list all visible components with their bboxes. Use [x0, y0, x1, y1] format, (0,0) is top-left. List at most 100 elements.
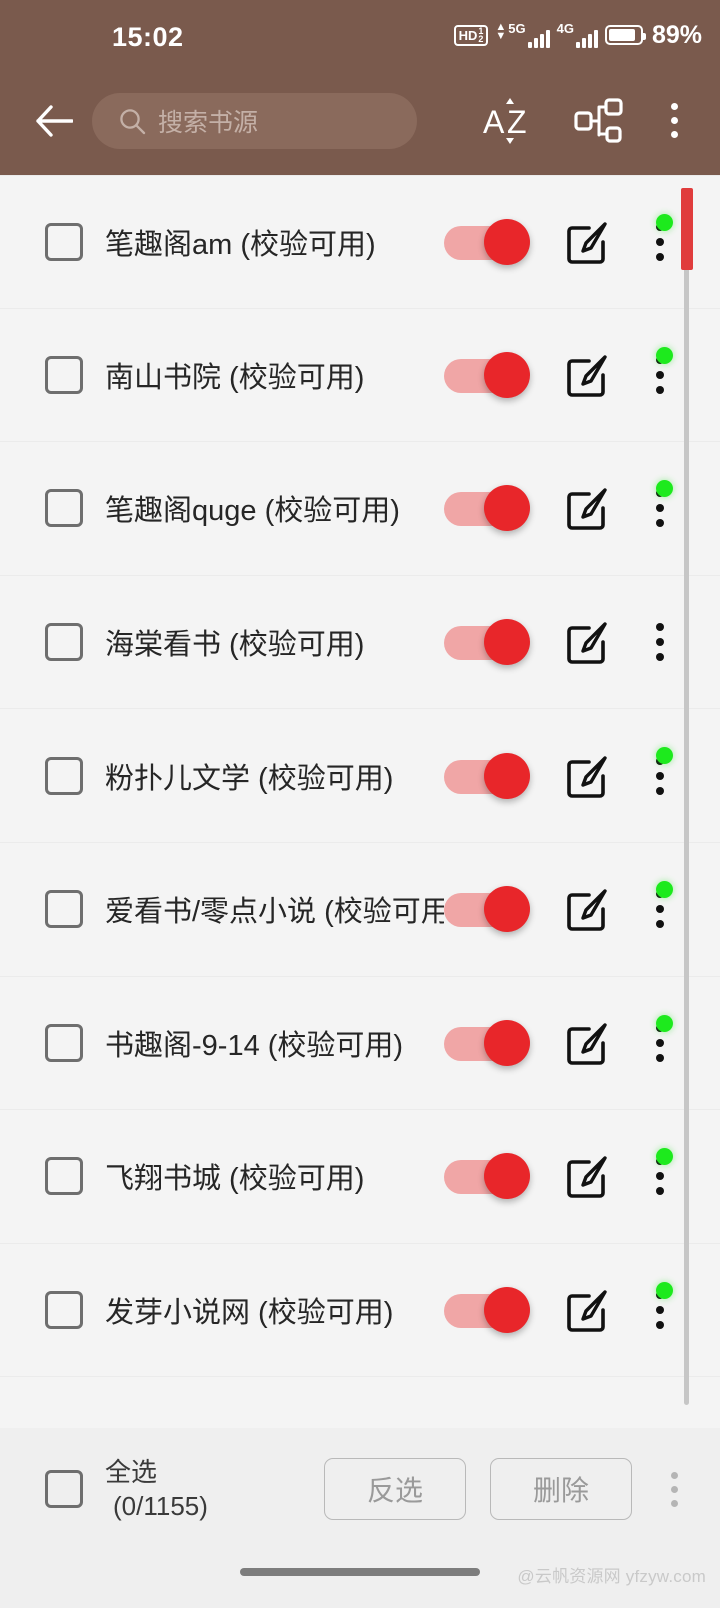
row-checkbox[interactable]	[45, 489, 83, 528]
select-all-label: 全选	[105, 1457, 158, 1487]
edit-pencil-icon	[567, 222, 607, 264]
row-status-dot	[656, 1014, 673, 1032]
invert-selection-button[interactable]: 反选	[324, 1458, 466, 1520]
row-enable-toggle[interactable]	[444, 1019, 530, 1066]
row-enable-toggle[interactable]	[444, 351, 530, 398]
edit-pencil-icon	[567, 755, 607, 798]
sort-alphabetical-icon: A Z	[483, 97, 527, 144]
row-enable-toggle[interactable]	[444, 218, 530, 265]
sort-az-button[interactable]: A Z	[474, 89, 548, 153]
sim2-bars-icon	[575, 29, 598, 48]
toggle-thumb	[484, 1287, 530, 1334]
row-enable-toggle[interactable]	[444, 886, 530, 933]
row-overflow-menu-button[interactable]	[638, 614, 682, 670]
row-edit-button[interactable]	[560, 1016, 614, 1070]
group-hierarchy-icon	[574, 97, 623, 143]
back-button[interactable]	[22, 89, 86, 153]
row-edit-button[interactable]	[560, 882, 614, 936]
row-checkbox[interactable]	[45, 355, 83, 394]
row-enable-toggle[interactable]	[444, 752, 530, 799]
toggle-thumb	[484, 218, 530, 265]
row-enable-toggle[interactable]	[444, 619, 530, 666]
row-checkbox[interactable]	[45, 1291, 83, 1330]
action-bar: 搜索书源 A Z	[0, 66, 720, 175]
scrollbar-thumb[interactable]	[681, 188, 693, 270]
table-row[interactable]: 书趣阁-9-14 (校验可用)	[0, 976, 720, 1111]
select-all-checkbox[interactable]	[45, 1470, 83, 1508]
table-row[interactable]: 南山书院 (校验可用)	[0, 308, 720, 443]
sim2-signal-icon: 4G	[557, 22, 598, 48]
book-source-list[interactable]: 笔趣阁am (校验可用) 南山书院 (校验可用) 笔趣阁quge (校验可用) 海棠看…	[0, 175, 720, 1428]
status-time: 15:02	[112, 22, 184, 52]
table-row[interactable]: 飞翔书城 (校验可用)	[0, 1110, 720, 1244]
bottom-buttons: 反选 删除	[324, 1458, 720, 1520]
toggle-thumb	[484, 752, 530, 799]
row-label: 发芽小说网 (校验可用)	[105, 1297, 394, 1330]
row-enable-toggle[interactable]	[444, 1287, 530, 1334]
row-label: 爱看书/零点小说 (校验可用)	[105, 896, 444, 929]
select-all-text[interactable]: 全选 (0/1155)	[105, 1455, 208, 1523]
row-edit-button[interactable]	[560, 615, 614, 669]
row-enable-toggle[interactable]	[444, 1153, 530, 1200]
battery-icon	[604, 25, 646, 45]
data-transfer-icon: ▲ ▼	[495, 21, 507, 42]
sim1-network-label: 5G	[508, 21, 526, 36]
delete-button[interactable]: 删除	[490, 1458, 632, 1520]
edit-pencil-icon	[567, 1290, 607, 1332]
row-checkbox[interactable]	[45, 756, 83, 795]
toggle-thumb	[484, 1153, 530, 1200]
row-checkbox[interactable]	[45, 1157, 83, 1196]
row-edit-button[interactable]	[560, 348, 614, 402]
toggle-thumb	[484, 485, 530, 532]
status-icons: HD 1 2 ▲ ▼ 5G 4G 89%	[453, 20, 702, 50]
row-label: 粉扑儿文学 (校验可用)	[105, 762, 394, 795]
scrollbar-track[interactable]	[684, 190, 689, 1405]
overflow-menu-button[interactable]	[646, 89, 702, 153]
bottom-overflow-menu-button[interactable]	[650, 1458, 698, 1520]
row-enable-toggle[interactable]	[444, 485, 530, 532]
row-label: 飞翔书城 (校验可用)	[105, 1163, 365, 1196]
select-count: (0/1155)	[113, 1491, 208, 1521]
row-status-dot	[656, 214, 673, 231]
row-label: 南山书院 (校验可用)	[105, 361, 365, 394]
table-row[interactable]: 笔趣阁quge (校验可用)	[0, 442, 720, 576]
table-row[interactable]: 粉扑儿文学 (校验可用)	[0, 709, 720, 843]
kebab-menu-icon	[670, 103, 678, 138]
phone-screen: 15:02 HD 1 2 ▲ ▼ 5G 4G 89% 搜索书源 A Z 笔趣阁a…	[0, 0, 720, 1608]
row-edit-button[interactable]	[560, 749, 614, 803]
action-bar-buttons: A Z	[474, 89, 720, 153]
toggle-thumb	[484, 886, 530, 933]
row-edit-button[interactable]	[560, 481, 614, 535]
search-icon	[118, 107, 146, 135]
edit-pencil-icon	[567, 622, 607, 664]
row-checkbox[interactable]	[45, 623, 83, 662]
top-bar: 15:02 HD 1 2 ▲ ▼ 5G 4G 89% 搜索书源 A Z	[0, 0, 720, 175]
sim1-bars-icon	[527, 29, 550, 48]
row-status-dot	[656, 1281, 673, 1299]
svg-text:Z: Z	[507, 104, 527, 140]
row-checkbox[interactable]	[45, 1023, 83, 1062]
sim2-network-label: 4G	[556, 21, 574, 36]
table-row[interactable]: 发芽小说网 (校验可用)	[0, 1243, 720, 1378]
row-edit-button[interactable]	[560, 215, 614, 269]
group-button[interactable]	[562, 89, 636, 153]
edit-pencil-icon	[567, 1023, 607, 1065]
hd-sub: 2	[478, 34, 484, 44]
row-status-dot	[656, 346, 673, 364]
row-label: 书趣阁-9-14 (校验可用)	[105, 1029, 404, 1062]
row-status-dot	[656, 880, 673, 898]
table-row[interactable]: 海棠看书 (校验可用)	[0, 575, 720, 710]
row-edit-button[interactable]	[560, 1283, 614, 1337]
row-edit-button[interactable]	[560, 1149, 614, 1203]
toggle-thumb	[484, 1019, 530, 1066]
hd-voice-icon: HD 1 2	[453, 24, 489, 46]
battery-percent: 89%	[651, 20, 702, 49]
status-bar: 15:02 HD 1 2 ▲ ▼ 5G 4G 89%	[0, 0, 720, 66]
row-checkbox[interactable]	[45, 890, 83, 929]
toggle-thumb	[484, 619, 530, 666]
table-row[interactable]: 爱看书/零点小说 (校验可用)	[0, 842, 720, 977]
table-row[interactable]: 笔趣阁am (校验可用)	[0, 175, 720, 309]
row-checkbox[interactable]	[45, 222, 83, 261]
search-input[interactable]: 搜索书源	[92, 92, 417, 149]
nav-gesture-handle[interactable]	[240, 1568, 480, 1576]
